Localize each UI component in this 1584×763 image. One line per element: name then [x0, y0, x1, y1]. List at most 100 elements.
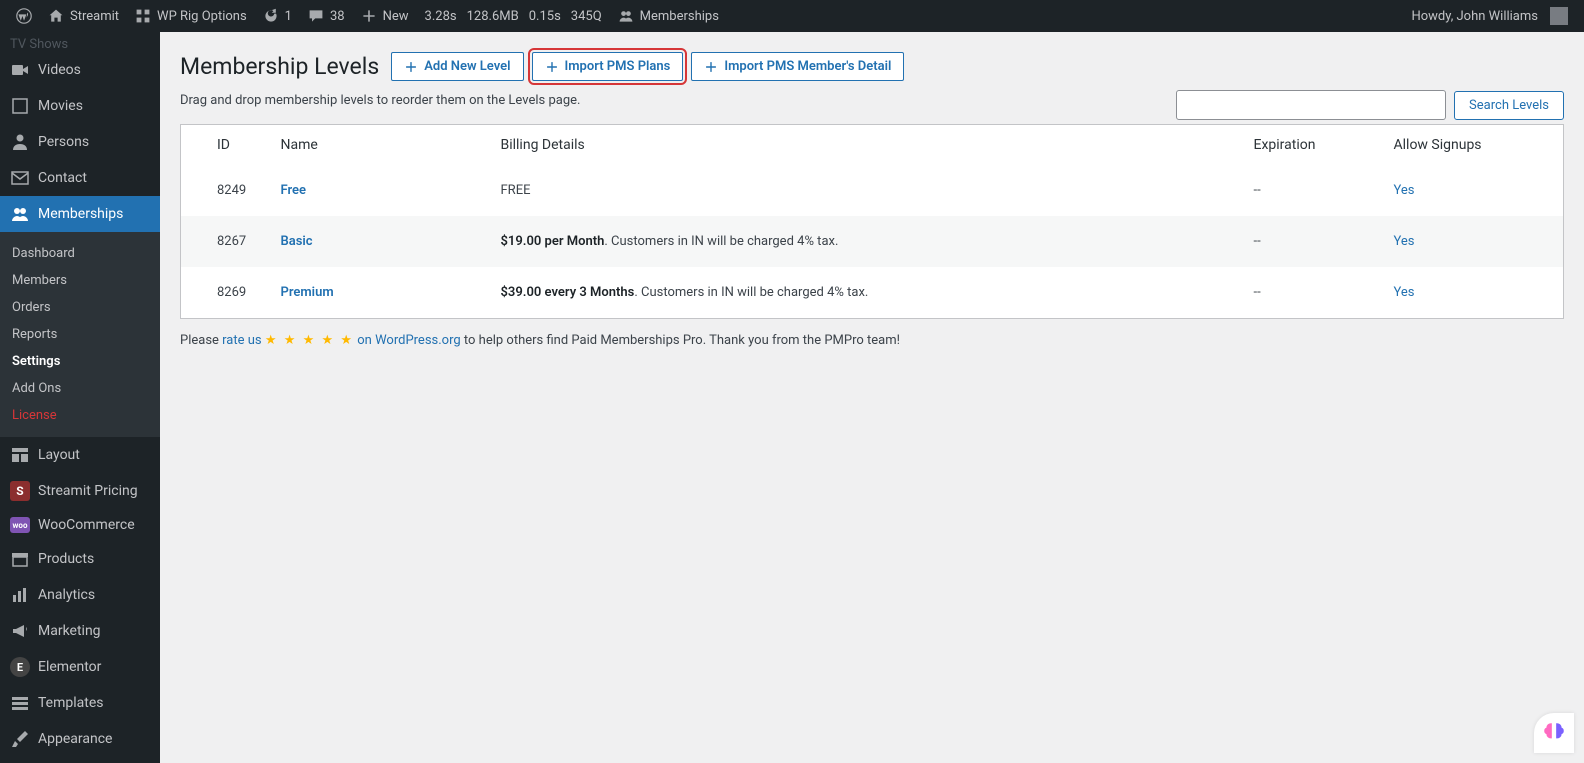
refresh-icon [263, 8, 279, 24]
greeting-text: Howdy, John Williams [1411, 9, 1538, 24]
video-icon [10, 60, 30, 80]
sub-orders[interactable]: Orders [0, 294, 160, 321]
admin-sidebar: TV Shows Videos Movies Persons Contact M… [0, 32, 160, 763]
updates-link[interactable]: 1 [255, 0, 300, 32]
sidebar-item-products[interactable]: Products [0, 541, 160, 577]
col-expiration: Expiration [1244, 125, 1384, 166]
sidebar-label: Analytics [38, 587, 95, 603]
search-levels-button[interactable]: Search Levels [1454, 91, 1564, 120]
cell-id: 8267 [181, 216, 271, 267]
wordpress-icon [16, 8, 32, 24]
admin-bar: Streamit WP Rig Options 1 38 New 3.28s 1… [0, 0, 1584, 32]
wp-rig-label: WP Rig Options [157, 9, 247, 24]
footer-note: Please rate us ★ ★ ★ ★ ★ on WordPress.or… [180, 333, 1564, 348]
memberships-submenu: Dashboard Members Orders Reports Setting… [0, 232, 160, 437]
col-billing: Billing Details [491, 125, 1244, 166]
perf-time2: 0.15s [529, 9, 561, 24]
sidebar-item-templates[interactable]: Templates [0, 685, 160, 721]
perf-stats[interactable]: 3.28s 128.6MB 0.15s 345Q [417, 0, 610, 32]
templates-icon [10, 693, 30, 713]
allow-signups-link[interactable]: Yes [1394, 234, 1415, 249]
cell-billing: $39.00 every 3 Months. Customers in IN w… [491, 267, 1244, 319]
import-pms-plans-button[interactable]: Import PMS Plans [532, 52, 684, 81]
person-icon [10, 132, 30, 152]
cell-billing: $19.00 per Month. Customers in IN will b… [491, 216, 1244, 267]
sidebar-item-appearance[interactable]: Appearance [0, 721, 160, 757]
sidebar-item-pricing[interactable]: SStreamit Pricing [0, 473, 160, 509]
sub-addons[interactable]: Add Ons [0, 375, 160, 402]
plus-icon [704, 60, 718, 74]
sidebar-label: Marketing [38, 623, 101, 639]
sidebar-item-layout[interactable]: Layout [0, 437, 160, 473]
sidebar-item-memberships[interactable]: Memberships [0, 196, 160, 232]
col-id: ID [181, 125, 271, 166]
sidebar-item-marketing[interactable]: Marketing [0, 613, 160, 649]
sidebar-item-videos[interactable]: Videos [0, 52, 160, 88]
memberships-label: Memberships [640, 9, 719, 24]
table-row[interactable]: 8249 Free FREE -- Yes [181, 165, 1564, 216]
group-icon [618, 8, 634, 24]
sidebar-label: Products [38, 551, 94, 567]
main-content: Membership Levels Add New Level Import P… [160, 32, 1584, 763]
import-pms-members-button[interactable]: Import PMS Member's Detail [691, 52, 904, 81]
sub-dashboard[interactable]: Dashboard [0, 240, 160, 267]
archive-icon [10, 549, 30, 569]
group-icon [10, 204, 30, 224]
perf-queries: 345Q [571, 9, 602, 24]
level-name-link[interactable]: Premium [281, 285, 334, 300]
cell-expiration: -- [1244, 216, 1384, 267]
sub-settings[interactable]: Settings [0, 348, 160, 375]
new-link[interactable]: New [353, 0, 417, 32]
sidebar-item-tvshows-cut[interactable]: TV Shows [0, 32, 160, 52]
film-icon [10, 96, 30, 116]
sidebar-label: Memberships [38, 206, 123, 222]
brush-icon [10, 729, 30, 749]
sidebar-item-contact[interactable]: Contact [0, 160, 160, 196]
search-row: Search Levels [1176, 90, 1564, 120]
add-new-level-button[interactable]: Add New Level [391, 52, 523, 81]
sidebar-item-analytics[interactable]: Analytics [0, 577, 160, 613]
site-link[interactable]: Streamit [40, 0, 127, 32]
account-link[interactable]: Howdy, John Williams [1403, 0, 1576, 32]
sub-license[interactable]: License [0, 402, 160, 429]
allow-signups-link[interactable]: Yes [1394, 285, 1415, 300]
cell-id: 8249 [181, 165, 271, 216]
table-row[interactable]: 8267 Basic $19.00 per Month. Customers i… [181, 216, 1564, 267]
avatar-icon [1550, 7, 1568, 25]
wp-logo[interactable] [8, 0, 40, 32]
plus-icon [361, 8, 377, 24]
level-name-link[interactable]: Free [281, 183, 307, 198]
search-input[interactable] [1176, 90, 1446, 120]
mail-icon [10, 168, 30, 188]
new-label: New [383, 9, 409, 24]
assistant-fab[interactable] [1534, 713, 1574, 753]
table-row[interactable]: 8269 Premium $39.00 every 3 Months. Cust… [181, 267, 1564, 319]
page-title: Membership Levels [180, 53, 379, 80]
level-name-link[interactable]: Basic [281, 234, 313, 249]
wp-rig-link[interactable]: WP Rig Options [127, 0, 255, 32]
sub-reports[interactable]: Reports [0, 321, 160, 348]
plus-icon [545, 60, 559, 74]
elementor-icon: E [10, 657, 30, 677]
cell-expiration: -- [1244, 267, 1384, 319]
updates-count: 1 [285, 9, 292, 24]
home-icon [48, 8, 64, 24]
sub-members[interactable]: Members [0, 267, 160, 294]
comments-link[interactable]: 38 [300, 0, 353, 32]
button-label: Import PMS Plans [565, 59, 671, 74]
levels-table: ID Name Billing Details Expiration Allow… [180, 124, 1564, 319]
sidebar-item-movies[interactable]: Movies [0, 88, 160, 124]
sidebar-item-elementor[interactable]: EElementor [0, 649, 160, 685]
rate-us-link[interactable]: rate us ★ ★ ★ ★ ★ on WordPress.org [222, 333, 461, 348]
streamit-s-icon: S [10, 481, 30, 501]
memberships-link[interactable]: Memberships [610, 0, 727, 32]
sidebar-item-woocommerce[interactable]: wooWooCommerce [0, 509, 160, 541]
sidebar-label: WooCommerce [38, 517, 135, 533]
plus-icon [404, 60, 418, 74]
site-name: Streamit [70, 9, 119, 24]
allow-signups-link[interactable]: Yes [1394, 183, 1415, 198]
sidebar-label: Persons [38, 134, 89, 150]
layout-icon [10, 445, 30, 465]
sidebar-item-persons[interactable]: Persons [0, 124, 160, 160]
col-name: Name [271, 125, 491, 166]
